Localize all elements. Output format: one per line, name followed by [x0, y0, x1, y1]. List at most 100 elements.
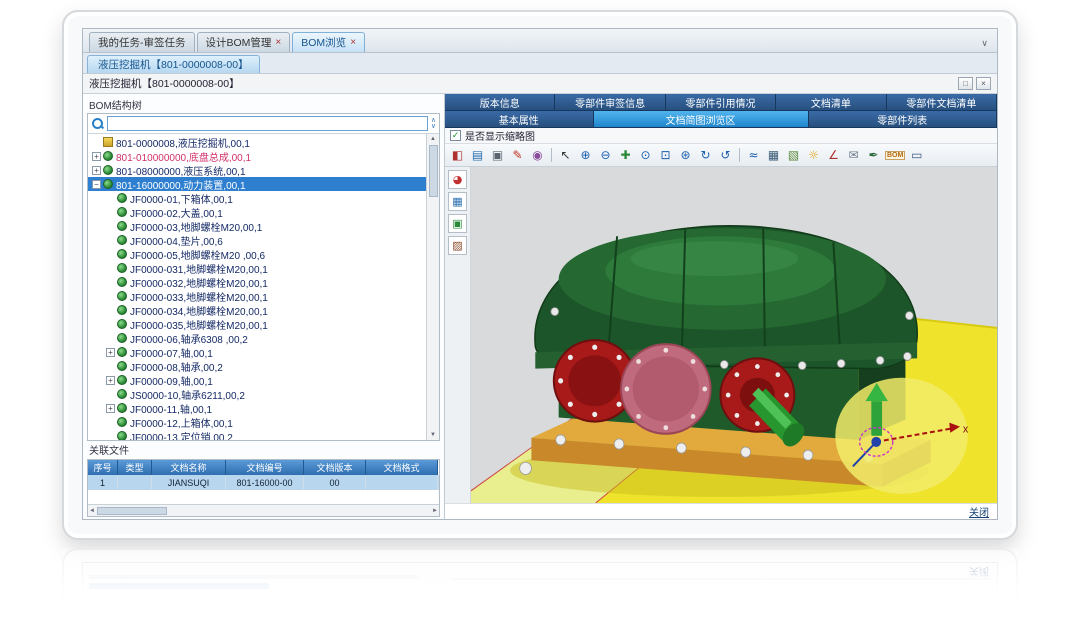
pen-icon[interactable]: ✒	[865, 147, 882, 164]
thumbnail-checkbox[interactable]: ✓	[450, 130, 461, 141]
tree-item-label: JF0000-034,地脚螺栓M20,00,1	[130, 303, 268, 317]
tree-expander-icon[interactable]: +	[92, 152, 101, 161]
tree-item[interactable]: 801-0000008,液压挖掘机,00,1	[88, 135, 426, 149]
tree-item[interactable]: +801-08000000,液压系统,00,1	[88, 163, 426, 177]
tree-search-input[interactable]	[107, 116, 428, 131]
tab-3[interactable]: BOM浏览×	[292, 32, 365, 52]
info-tabs-row1: 版本信息零部件审签信息零部件引用情况文档清单零部件文档清单	[445, 94, 997, 111]
tree-item[interactable]: +JF0000-11,轴,00,1	[88, 401, 426, 415]
tree-expander-icon[interactable]: +	[106, 376, 115, 385]
column-header[interactable]: 文档名称	[152, 460, 226, 475]
scroll-left-icon[interactable]: ◄	[89, 506, 95, 516]
tree-item[interactable]: JF0000-01,下箱体,00,1	[88, 191, 426, 205]
column-header[interactable]: 文档版本	[304, 460, 366, 475]
view-tab-3[interactable]: 零部件列表	[809, 111, 997, 128]
tabbar-chevron-icon[interactable]: ∨	[981, 38, 991, 52]
related-hscrollbar[interactable]: ◄ ►	[88, 504, 439, 516]
mail-icon[interactable]: ✉	[845, 147, 862, 164]
zoom-realtime-icon[interactable]: ⊙	[637, 147, 654, 164]
info-tab-2[interactable]: 零部件审签信息	[555, 94, 665, 111]
close-link[interactable]: 关闭	[969, 504, 989, 519]
scroll-right-icon[interactable]: ►	[432, 506, 438, 516]
screen-icon[interactable]: ▭	[908, 147, 925, 164]
part-icon	[117, 375, 127, 385]
model-cube-icon[interactable]: ◧	[449, 147, 466, 164]
zoom-out-icon[interactable]: ⊖	[597, 147, 614, 164]
edit-pencil-icon[interactable]: ✎	[509, 147, 526, 164]
reflection-gray-bar	[89, 575, 419, 579]
info-tab-1[interactable]: 版本信息	[445, 94, 555, 111]
camera-icon[interactable]: ◉	[529, 147, 546, 164]
panel-restore-button[interactable]: □	[958, 77, 973, 90]
curve-icon[interactable]: ≈	[745, 147, 762, 164]
info-tab-4[interactable]: 文档清单	[776, 94, 886, 111]
tree-expander-icon[interactable]: −	[92, 180, 101, 189]
tree-item-label: JF0000-07,轴,00,1	[130, 345, 213, 359]
tab-close-icon[interactable]: ×	[350, 38, 356, 48]
bom-icon[interactable]: BOM	[885, 151, 905, 160]
scroll-up-icon[interactable]: ▲	[430, 134, 436, 144]
search-next-icon[interactable]: ∨	[431, 124, 436, 130]
info-tab-5[interactable]: 零部件文档清单	[887, 94, 997, 111]
tree-item[interactable]: JF0000-05,地脚螺栓M20 ,00,6	[88, 247, 426, 261]
image-icon[interactable]: ▧	[785, 147, 802, 164]
tree-scrollbar[interactable]: ▲ ▼	[426, 134, 439, 440]
tree-item[interactable]: JF0000-12,上箱体,00,1	[88, 415, 426, 429]
part-icon	[117, 361, 127, 371]
measure-icon[interactable]: ∠	[825, 147, 842, 164]
zoom-extents-icon[interactable]: ⊛	[677, 147, 694, 164]
orbit-icon[interactable]: ↻	[697, 147, 714, 164]
column-header[interactable]: 类型	[118, 460, 152, 475]
hscroll-thumb[interactable]	[97, 507, 167, 515]
3d-viewport[interactable]: x	[471, 167, 997, 503]
scroll-thumb[interactable]	[429, 145, 438, 197]
tree-item[interactable]: JF0000-031,地脚螺栓M20,00,1	[88, 261, 426, 275]
tab-close-icon[interactable]: ×	[275, 38, 281, 48]
tree-item[interactable]: JS0000-10,轴承6211,00,2	[88, 387, 426, 401]
tree-item[interactable]: JF0000-06,轴承6308 ,00,2	[88, 331, 426, 345]
grid-icon[interactable]: ▦	[765, 147, 782, 164]
tree-item[interactable]: +JF0000-09,轴,00,1	[88, 373, 426, 387]
tab-2[interactable]: 设计BOM管理×	[197, 32, 291, 52]
tree-item[interactable]: JF0000-04,垫片,00,6	[88, 233, 426, 247]
column-header[interactable]: 文档编号	[226, 460, 304, 475]
tree-expander-icon[interactable]: +	[92, 166, 101, 175]
tree-expander-icon[interactable]: +	[106, 348, 115, 357]
palette-icon[interactable]: ◕	[448, 170, 467, 189]
tree-item[interactable]: −801-16000000,动力装置,00,1	[88, 177, 426, 191]
view-tab-1[interactable]: 基本属性	[445, 111, 594, 128]
open-book-icon[interactable]: ▤	[469, 147, 486, 164]
zoom-in-icon[interactable]: ⊕	[577, 147, 594, 164]
tree-item[interactable]: JF0000-035,地脚螺栓M20,00,1	[88, 317, 426, 331]
preview-a-icon[interactable]: ▣	[448, 214, 467, 233]
panel-close-button[interactable]: ×	[976, 77, 991, 90]
tree-item[interactable]: JF0000-032,地脚螺栓M20,00,1	[88, 275, 426, 289]
print-icon[interactable]: ▣	[489, 147, 506, 164]
bulb-icon[interactable]: ☼	[805, 147, 822, 164]
tree-item[interactable]: +801-010000000,底盘总成,00,1	[88, 149, 426, 163]
tree-item[interactable]: JF0000-034,地脚螺栓M20,00,1	[88, 303, 426, 317]
zoom-window-icon[interactable]: ⊡	[657, 147, 674, 164]
tree-item[interactable]: JF0000-03,地脚螺栓M20,00,1	[88, 219, 426, 233]
views-icon[interactable]: ▦	[448, 192, 467, 211]
table-cell: 00	[304, 475, 366, 490]
tab-1[interactable]: 我的任务-审签任务	[89, 32, 195, 52]
select-arrow-icon[interactable]: ↖	[557, 147, 574, 164]
tree-item[interactable]: JF0000-13,定位销,00,2	[88, 429, 426, 440]
subtab-item[interactable]: 液压挖掘机【801-0000008-00】	[87, 55, 260, 73]
tree-item[interactable]: JF0000-033,地脚螺栓M20,00,1	[88, 289, 426, 303]
column-header[interactable]: 文档格式	[366, 460, 438, 475]
scroll-down-icon[interactable]: ▼	[430, 430, 436, 440]
column-header[interactable]: 序号	[88, 460, 118, 475]
page-background: 我的任务-审签任务设计BOM管理×BOM浏览× ∨ 液压挖掘机【801-0000…	[0, 0, 1080, 620]
spin-icon[interactable]: ↺	[717, 147, 734, 164]
tree-item[interactable]: JF0000-02,大盖,00,1	[88, 205, 426, 219]
table-row[interactable]: 1JIANSUQI801-16000-0000	[88, 475, 439, 490]
tree-expander-icon[interactable]: +	[106, 404, 115, 413]
preview-b-icon[interactable]: ▨	[448, 236, 467, 255]
tree-item[interactable]: JF0000-08,轴承,00,2	[88, 359, 426, 373]
info-tab-3[interactable]: 零部件引用情况	[666, 94, 776, 111]
view-tab-2[interactable]: 文档简图浏览区	[594, 111, 809, 128]
tree-item[interactable]: + JF0000-07,轴,00,1	[88, 345, 426, 359]
pan-cross-icon[interactable]: ✚	[617, 147, 634, 164]
